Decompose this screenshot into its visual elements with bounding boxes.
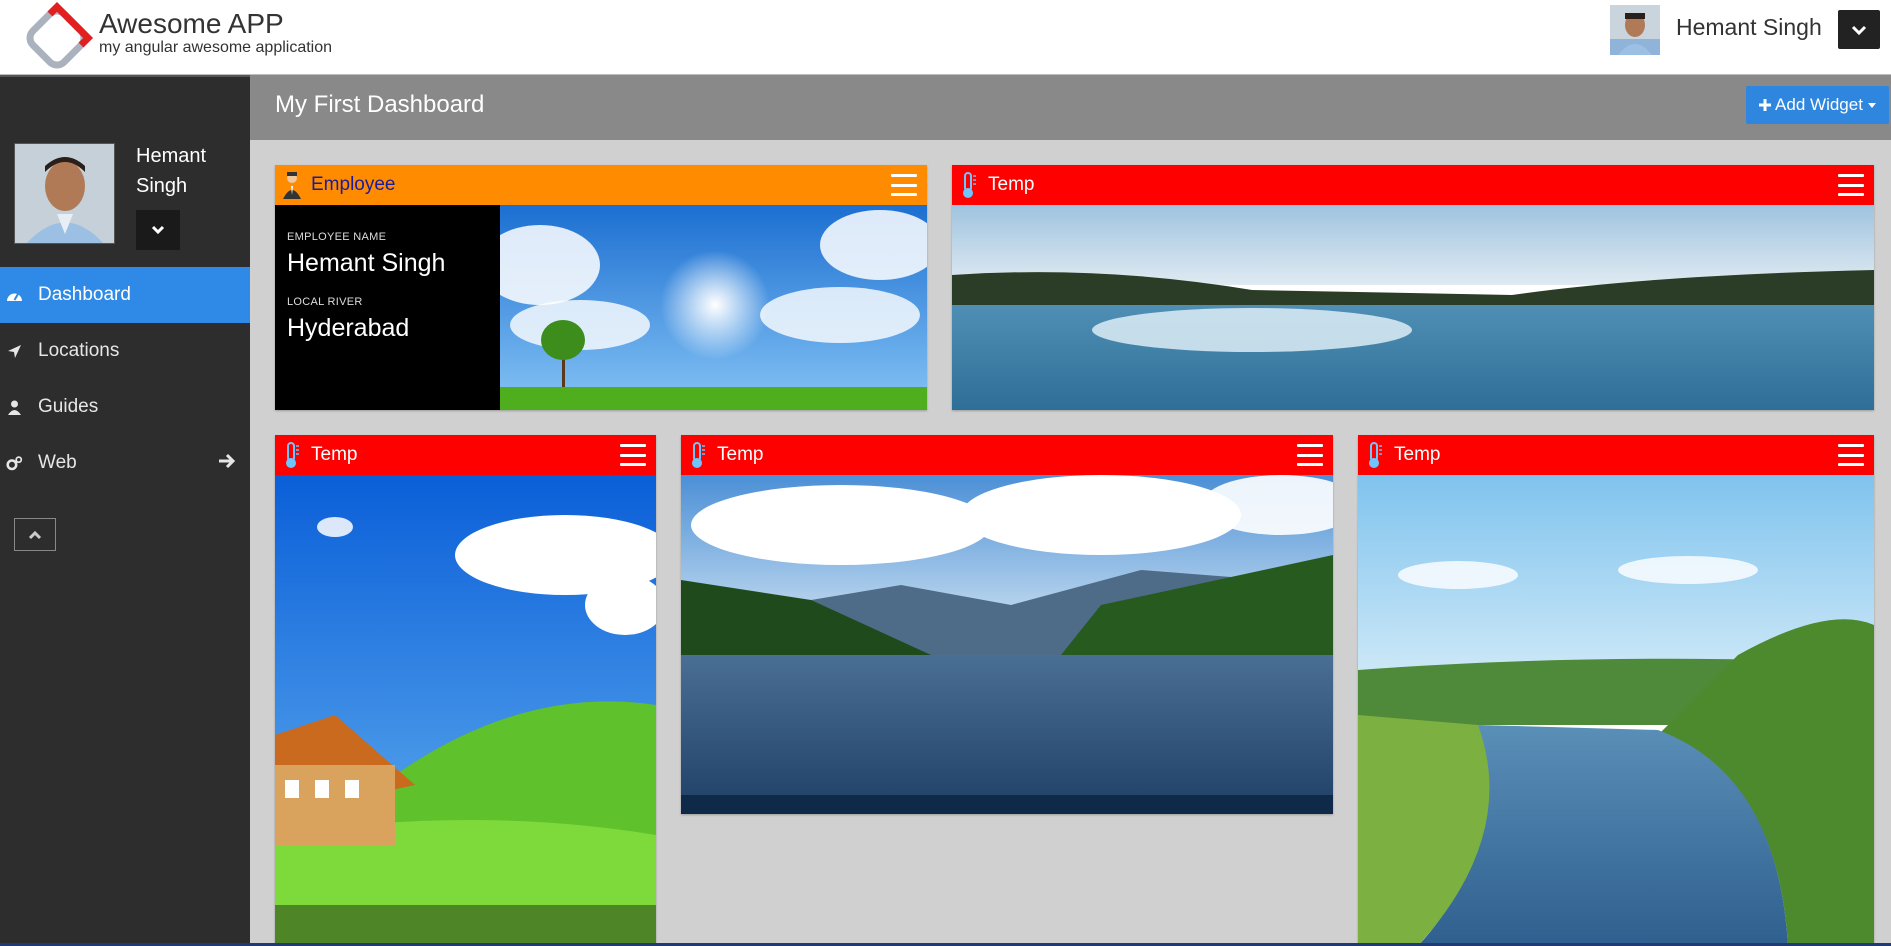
sidebar-avatar bbox=[14, 143, 115, 244]
dashboard-header: My First Dashboard Add Widget bbox=[250, 75, 1891, 140]
widget-title: Temp bbox=[311, 444, 358, 465]
cogs-icon bbox=[6, 455, 23, 472]
temp-widget-3[interactable]: Temp bbox=[681, 435, 1333, 814]
sidebar-item-label: Dashboard bbox=[38, 284, 131, 305]
widget-menu-icon[interactable] bbox=[1838, 444, 1864, 466]
sidebar-item-guides[interactable]: Guides bbox=[0, 379, 250, 435]
sidebar-item-label: Locations bbox=[38, 340, 120, 361]
widget-header[interactable]: Temp bbox=[275, 435, 656, 475]
widget-title: Temp bbox=[988, 174, 1035, 195]
widget-title: Temp bbox=[1394, 444, 1441, 465]
river-image bbox=[952, 205, 1874, 410]
thermometer-icon bbox=[1364, 440, 1386, 470]
temp-widget-1[interactable]: Temp bbox=[952, 165, 1874, 410]
top-header: Awesome APP my angular awesome applicati… bbox=[0, 0, 1891, 75]
sidebar-item-label: Web bbox=[38, 452, 77, 473]
sidebar-item-dashboard[interactable]: Dashboard bbox=[0, 267, 250, 323]
employee-name-value: Hemant Singh bbox=[287, 249, 446, 277]
widget-menu-icon[interactable] bbox=[1838, 174, 1864, 196]
user-name[interactable]: Hemant Singh bbox=[1676, 14, 1822, 41]
sidebar-user-menu-button[interactable] bbox=[136, 210, 180, 250]
sidebar: Hemant Singh Dashboard Locations Guides … bbox=[0, 75, 250, 946]
app-subtitle: my angular awesome application bbox=[99, 39, 333, 56]
temp-widget-2[interactable]: Temp bbox=[275, 435, 656, 946]
widget-menu-icon[interactable] bbox=[1297, 444, 1323, 466]
widget-body bbox=[952, 205, 1874, 410]
user-icon bbox=[6, 399, 23, 416]
sidebar-user-last: Singh bbox=[136, 175, 188, 197]
sidebar-user-first: Hemant bbox=[136, 145, 207, 167]
thermometer-icon bbox=[687, 440, 709, 470]
widget-header[interactable]: Employee bbox=[275, 165, 927, 205]
mountain-river-image bbox=[681, 475, 1333, 814]
widget-menu-icon[interactable] bbox=[620, 444, 646, 466]
plus-icon bbox=[1759, 99, 1772, 111]
local-river-value: Hyderabad bbox=[287, 314, 410, 342]
chevron-down-icon bbox=[1851, 25, 1867, 35]
add-widget-label: Add Widget bbox=[1775, 95, 1863, 114]
employee-widget[interactable]: Employee EMPLOYEE NAME Hemant Singh LOCA… bbox=[275, 165, 927, 410]
page-title: My First Dashboard bbox=[275, 91, 485, 118]
widget-header[interactable]: Temp bbox=[952, 165, 1874, 205]
arrow-right-icon bbox=[218, 453, 236, 469]
user-menu-button[interactable] bbox=[1838, 10, 1880, 49]
widget-title: Temp bbox=[717, 444, 764, 465]
sidebar-item-web[interactable]: Web bbox=[0, 435, 250, 491]
green-river-image bbox=[1358, 475, 1874, 946]
widget-title: Employee bbox=[311, 174, 396, 195]
temp-widget-4[interactable]: Temp bbox=[1358, 435, 1874, 946]
sidebar-user-name: Hemant Singh bbox=[136, 141, 236, 201]
dashboard-icon bbox=[6, 287, 23, 304]
widget-header[interactable]: Temp bbox=[1358, 435, 1874, 475]
sidebar-item-locations[interactable]: Locations bbox=[0, 323, 250, 379]
widget-body: EMPLOYEE NAME Hemant Singh LOCAL RIVER H… bbox=[275, 205, 927, 410]
sky-tree-image bbox=[500, 205, 927, 410]
employee-icon bbox=[281, 170, 303, 200]
widget-body bbox=[1358, 475, 1874, 946]
location-arrow-icon bbox=[6, 343, 23, 360]
thermometer-icon bbox=[958, 170, 980, 200]
local-river-label: LOCAL RIVER bbox=[287, 296, 363, 308]
chevron-down-icon bbox=[151, 225, 165, 235]
app-title: Awesome APP bbox=[99, 8, 284, 39]
sidebar-item-label: Guides bbox=[38, 396, 99, 417]
caret-down-icon bbox=[1867, 102, 1876, 108]
add-widget-button[interactable]: Add Widget bbox=[1746, 86, 1889, 124]
employee-name-label: EMPLOYEE NAME bbox=[287, 231, 387, 243]
widget-menu-icon[interactable] bbox=[891, 174, 917, 196]
widget-header[interactable]: Temp bbox=[681, 435, 1333, 475]
chevron-up-icon bbox=[28, 530, 42, 539]
widget-body bbox=[275, 475, 656, 946]
app-logo[interactable] bbox=[18, 1, 96, 75]
employee-info: EMPLOYEE NAME Hemant Singh LOCAL RIVER H… bbox=[275, 205, 500, 410]
thermometer-icon bbox=[281, 440, 303, 470]
collapse-sidebar-button[interactable] bbox=[14, 518, 56, 551]
widget-body bbox=[681, 475, 1333, 814]
house-meadow-image bbox=[275, 475, 656, 946]
user-avatar[interactable] bbox=[1610, 5, 1660, 55]
